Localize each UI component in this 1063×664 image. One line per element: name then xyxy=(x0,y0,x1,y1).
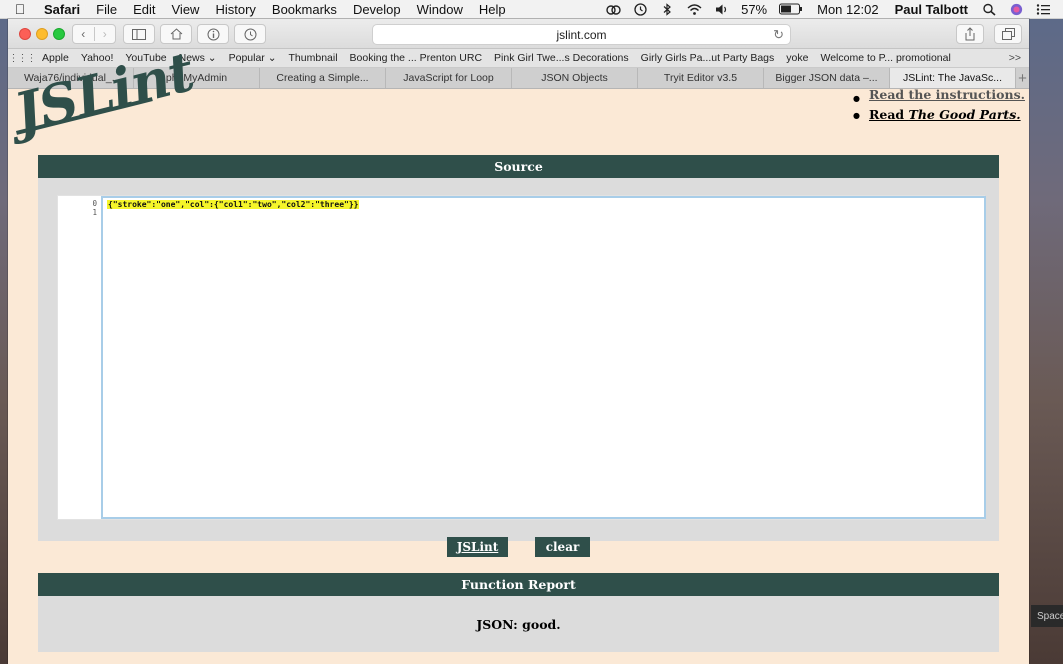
tabs-overview-icon xyxy=(1001,28,1015,40)
zoom-window-button[interactable] xyxy=(53,28,65,40)
site-info-button[interactable] xyxy=(197,24,229,44)
clock-icon xyxy=(244,28,256,40)
forward-icon[interactable]: › xyxy=(93,27,116,41)
browser-tab[interactable]: JSON Objects xyxy=(512,68,638,88)
favorite-link[interactable]: Girly Girls Pa...ut Party Bags xyxy=(635,52,781,64)
source-panel: 0 1 {"stroke":"one","col":{"col1":"two",… xyxy=(38,178,999,541)
report-result: JSON: good. xyxy=(476,616,561,632)
instructions-link[interactable]: Read the instructions. xyxy=(869,87,1025,102)
menu-file[interactable]: File xyxy=(88,2,125,17)
volume-icon[interactable] xyxy=(708,3,735,16)
menu-app-name[interactable]: Safari xyxy=(40,2,88,17)
address-bar[interactable]: jslint.com ↻ xyxy=(372,24,791,45)
reload-icon[interactable]: ↻ xyxy=(773,27,784,43)
source-code-line: {"stroke":"one","col":{"col1":"two","col… xyxy=(107,200,360,209)
line-number: 0 xyxy=(92,199,97,208)
favorite-link[interactable]: Apple xyxy=(36,52,75,64)
favorite-link[interactable]: Booking the ... Prenton URC xyxy=(344,52,489,64)
browser-tab[interactable]: Bigger JSON data –... xyxy=(764,68,890,88)
menu-clock[interactable]: Mon 12:02 xyxy=(809,2,886,17)
sidebar-icon xyxy=(132,28,146,40)
spotlight-search-icon[interactable] xyxy=(976,3,1003,16)
safari-window: ‹ › jslint.com ↻ ⋮⋮⋮ Apple Yahoo! YouTub… xyxy=(8,19,1029,664)
menu-view[interactable]: View xyxy=(164,2,208,17)
back-icon[interactable]: ‹ xyxy=(73,27,94,41)
browser-tab[interactable]: Creating a Simple... xyxy=(260,68,386,88)
jslint-page: JSLint Read the instructions. Read The G… xyxy=(8,39,1029,664)
menu-edit[interactable]: Edit xyxy=(125,2,163,17)
good-parts-link-title: The Good Parts. xyxy=(908,107,1021,122)
share-icon xyxy=(965,27,975,41)
browser-tab-active[interactable]: JSLint: The JavaSc... xyxy=(890,68,1016,88)
history-navigation: ‹ › xyxy=(72,24,116,44)
browser-tab[interactable]: JavaScript for Loop xyxy=(386,68,512,88)
siri-icon[interactable] xyxy=(1003,3,1030,16)
history-button[interactable] xyxy=(234,24,266,44)
bluetooth-icon[interactable] xyxy=(654,2,681,16)
favorite-link[interactable]: Pink Girl Twe...s Decorations xyxy=(488,52,635,64)
source-editor: 0 1 {"stroke":"one","col":{"col1":"two",… xyxy=(57,195,986,520)
source-code-textarea[interactable]: {"stroke":"one","col":{"col1":"two","col… xyxy=(101,196,986,519)
top-sites-grid-icon[interactable]: ⋮⋮⋮ xyxy=(8,53,37,64)
menu-develop[interactable]: Develop xyxy=(345,2,409,17)
desktop-space-label: Space xyxy=(1031,605,1063,627)
close-window-button[interactable] xyxy=(19,28,31,40)
good-parts-link[interactable]: Read The Good Parts. xyxy=(869,107,1021,122)
menu-window[interactable]: Window xyxy=(409,2,471,17)
menu-help[interactable]: Help xyxy=(471,2,514,17)
menu-bookmarks[interactable]: Bookmarks xyxy=(264,2,345,17)
home-icon xyxy=(170,28,182,40)
minimize-window-button[interactable] xyxy=(36,28,48,40)
show-tabs-button[interactable] xyxy=(994,24,1022,44)
creative-cloud-icon[interactable] xyxy=(600,3,627,16)
browser-tab[interactable]: Tryit Editor v3.5 xyxy=(638,68,764,88)
battery-percent[interactable]: 57% xyxy=(735,2,773,17)
favorites-overflow-button[interactable]: >> xyxy=(1009,52,1029,64)
function-report-panel: JSON: good. xyxy=(38,596,999,652)
clear-button[interactable]: clear xyxy=(535,537,590,557)
wifi-icon[interactable] xyxy=(681,3,708,16)
help-links: Read the instructions. Read The Good Par… xyxy=(853,87,1025,123)
new-tab-plus-icon[interactable]: + xyxy=(1016,68,1029,88)
time-machine-icon[interactable] xyxy=(627,2,654,16)
address-bar-url: jslint.com xyxy=(556,27,607,42)
battery-icon[interactable] xyxy=(773,3,809,15)
jslint-button[interactable]: JSLint xyxy=(447,537,508,557)
macos-menu-bar:  Safari File Edit View History Bookmark… xyxy=(0,0,1063,19)
line-number: 1 xyxy=(92,208,97,217)
source-header: Source xyxy=(38,155,999,178)
favorite-link[interactable]: Thumbnail xyxy=(283,52,344,64)
share-button[interactable] xyxy=(956,24,984,44)
sidebar-toggle-button[interactable] xyxy=(123,24,155,44)
favorite-link[interactable]: Welcome to P... promotional xyxy=(814,52,956,64)
line-number-gutter: 0 1 xyxy=(58,196,101,519)
favorite-link[interactable]: yoke xyxy=(780,52,814,64)
menu-user-name[interactable]: Paul Talbott xyxy=(887,2,976,17)
good-parts-link-prefix: Read xyxy=(868,107,909,122)
menu-history[interactable]: History xyxy=(207,2,263,17)
function-report-header: Function Report xyxy=(38,573,999,596)
favorite-folder[interactable]: Popular ⌄ xyxy=(223,52,283,64)
apple-menu-icon[interactable]:  xyxy=(0,1,40,17)
notification-center-icon[interactable] xyxy=(1030,3,1057,16)
info-icon xyxy=(207,28,219,40)
